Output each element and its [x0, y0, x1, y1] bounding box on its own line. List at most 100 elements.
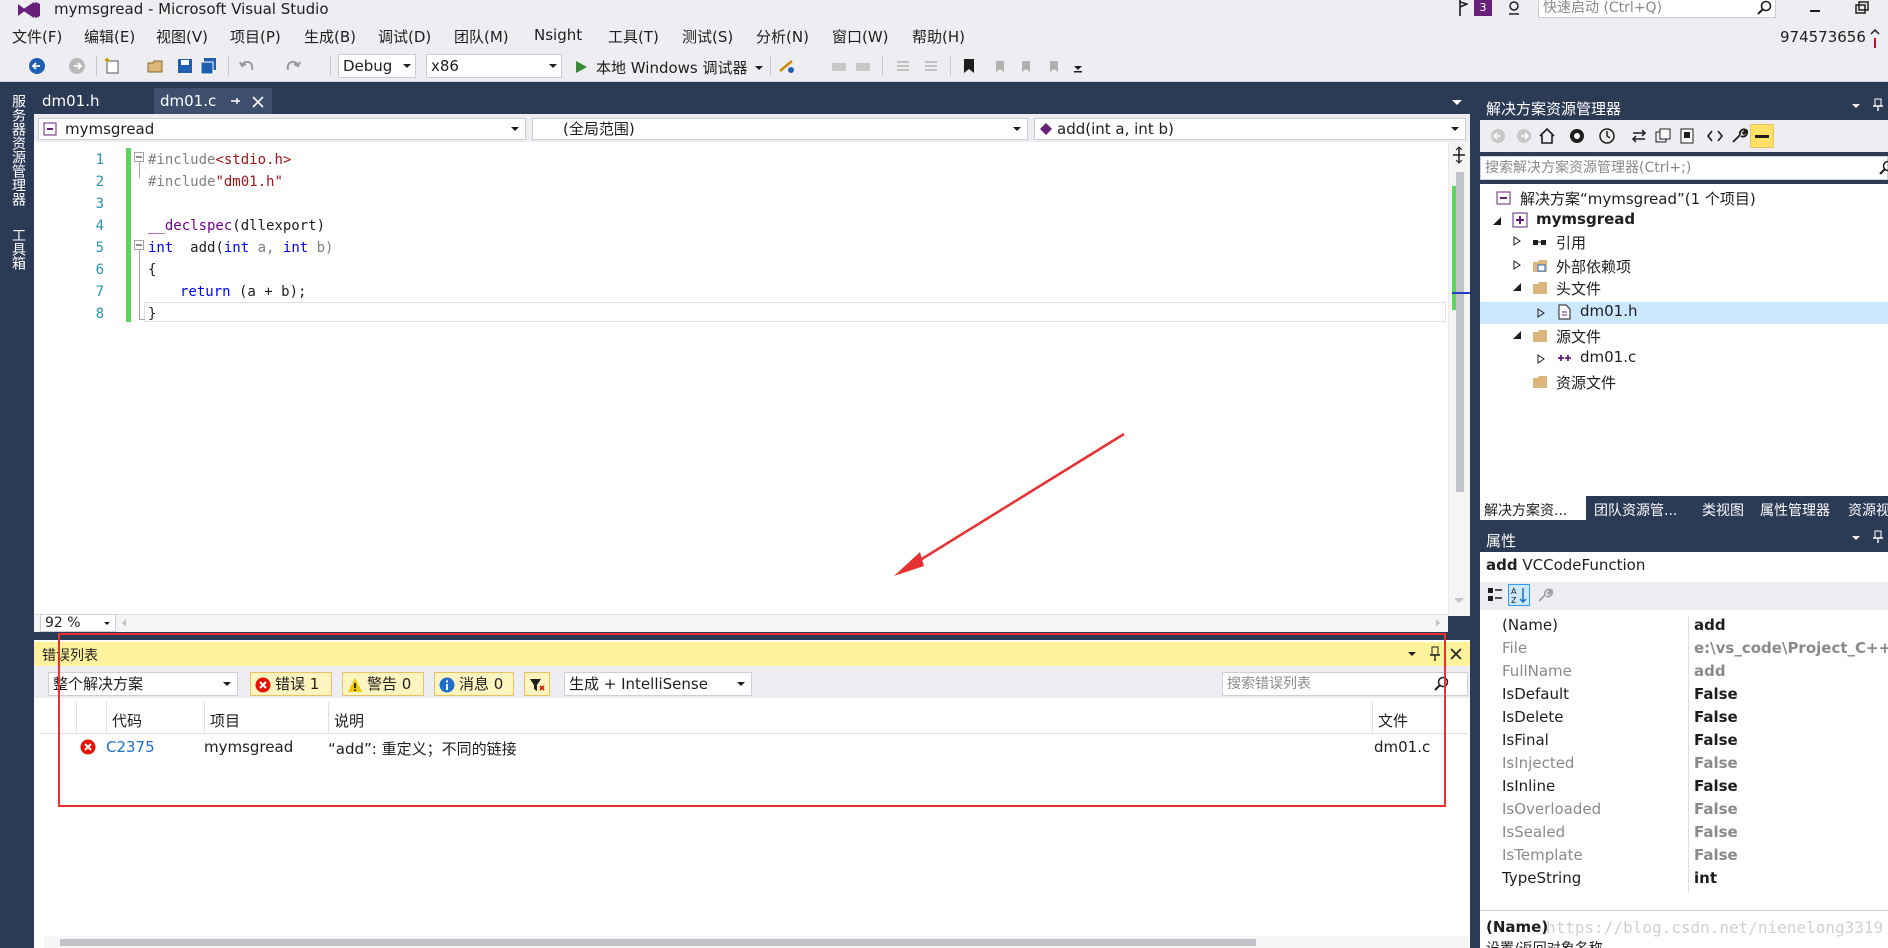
property-name[interactable]: IsDefault — [1502, 685, 1569, 703]
forward-icon[interactable] — [1516, 128, 1532, 144]
toolbar-options-icon[interactable] — [1070, 57, 1088, 75]
menu-test[interactable]: 测试(S) — [682, 26, 733, 47]
tab-solution-explorer[interactable]: 解决方案资... — [1484, 500, 1567, 520]
property-value[interactable]: False — [1694, 754, 1738, 772]
property-name[interactable]: IsSealed — [1502, 823, 1565, 841]
step-over-icon[interactable] — [854, 57, 872, 75]
member-select[interactable]: add(int a, int b) — [1034, 118, 1466, 140]
chevron-down-icon[interactable] — [1852, 536, 1860, 540]
collapsed-arrow-icon[interactable] — [1536, 308, 1546, 318]
new-project-icon[interactable] — [104, 57, 122, 75]
property-name[interactable]: (Name) — [1502, 616, 1558, 634]
property-pages-icon[interactable] — [1536, 586, 1554, 604]
solution-explorer-search-input[interactable]: 搜索解决方案资源管理器(Ctrl+;) — [1480, 156, 1888, 180]
menu-help[interactable]: 帮助(H) — [912, 26, 965, 47]
home-icon[interactable] — [1538, 127, 1556, 145]
bookmark-icon[interactable] — [960, 57, 978, 75]
user-account[interactable]: 974573656 — [1780, 28, 1866, 46]
menu-build[interactable]: 生成(B) — [304, 26, 356, 47]
tree-item-dm01-h[interactable]: dm01.h — [1580, 302, 1638, 320]
navigate-forward-icon[interactable] — [68, 57, 86, 75]
scroll-right-icon[interactable] — [1436, 619, 1440, 627]
comment-lines-icon[interactable] — [894, 57, 912, 75]
menu-nsight[interactable]: Nsight — [534, 26, 582, 44]
tab-dm01-h[interactable]: dm01.h — [42, 92, 100, 110]
collapsed-arrow-icon[interactable] — [1536, 354, 1546, 364]
collapse-icon[interactable] — [134, 240, 144, 250]
step-into-icon[interactable] — [830, 57, 848, 75]
browser-link-icon[interactable] — [778, 57, 796, 75]
menu-analyze[interactable]: 分析(N) — [756, 26, 809, 47]
search-icon[interactable] — [1756, 0, 1774, 16]
properties-object-selector[interactable]: add VCCodeFunction — [1486, 556, 1645, 574]
property-value[interactable]: False — [1694, 777, 1738, 795]
expanded-arrow-icon[interactable] — [1512, 282, 1522, 292]
property-name[interactable]: IsDelete — [1502, 708, 1564, 726]
collapsed-arrow-icon[interactable] — [1512, 260, 1522, 270]
tab-resource-view[interactable]: 资源视 — [1848, 500, 1888, 520]
pin-icon[interactable] — [230, 96, 240, 106]
toolbox-tab[interactable]: 工具箱 — [8, 228, 28, 270]
server-explorer-tab[interactable]: 服务器资源管理器 — [8, 94, 28, 206]
start-debugging-button[interactable]: 本地 Windows 调试器 — [596, 57, 748, 78]
expanded-arrow-icon[interactable] — [1492, 216, 1502, 226]
tab-property-manager[interactable]: 属性管理器 — [1760, 500, 1830, 520]
notification-flag-icon[interactable] — [1458, 0, 1468, 16]
tree-item-source-files[interactable]: 源文件 — [1556, 326, 1601, 347]
pin-icon[interactable] — [1872, 98, 1884, 112]
previous-bookmark-icon[interactable] — [990, 57, 1008, 75]
pin-icon[interactable] — [1872, 530, 1884, 544]
scroll-thumb[interactable] — [60, 939, 1256, 946]
project-select[interactable]: mymsgread — [38, 118, 526, 140]
solution-configuration-select[interactable]: Debug — [338, 54, 416, 78]
property-value[interactable]: False — [1694, 823, 1738, 841]
property-value[interactable]: False — [1694, 800, 1738, 818]
search-icon[interactable] — [1878, 160, 1888, 176]
tree-item-dm01-c[interactable]: dm01.c — [1580, 348, 1636, 366]
quick-launch-input[interactable]: 快速启动 (Ctrl+Q) — [1538, 0, 1776, 18]
clear-bookmarks-icon[interactable] — [1044, 57, 1062, 75]
tree-item-header-files[interactable]: 头文件 — [1556, 278, 1601, 299]
undo-icon[interactable] — [238, 57, 256, 75]
property-value[interactable]: e:\vs_code\Project_C++\m — [1694, 639, 1888, 657]
menu-team[interactable]: 团队(M) — [454, 26, 509, 47]
scroll-left-icon[interactable] — [122, 619, 126, 627]
property-name[interactable]: FullName — [1502, 662, 1572, 680]
categorized-icon[interactable] — [1486, 586, 1504, 604]
view-code-icon[interactable] — [1706, 127, 1724, 145]
menu-file[interactable]: 文件(F) — [12, 26, 62, 47]
menu-view[interactable]: 视图(V) — [156, 26, 208, 47]
tree-item-solution[interactable]: 解决方案“mymsgread”(1 个项目) — [1520, 188, 1756, 209]
tree-item-references[interactable]: 引用 — [1556, 232, 1586, 253]
switch-views-icon[interactable] — [1568, 127, 1586, 145]
property-name[interactable]: IsTemplate — [1502, 846, 1583, 864]
property-value[interactable]: add — [1694, 662, 1726, 680]
tree-item-project[interactable]: mymsgread — [1536, 210, 1635, 228]
chevron-down-icon[interactable] — [755, 66, 763, 70]
chevron-down-icon[interactable] — [1852, 104, 1860, 108]
menu-debug[interactable]: 调试(D) — [378, 26, 431, 47]
property-name[interactable]: TypeString — [1502, 869, 1581, 887]
play-icon[interactable] — [574, 60, 588, 74]
code-editor[interactable] — [34, 142, 1470, 616]
feedback-icon[interactable] — [1506, 0, 1526, 16]
property-value[interactable]: False — [1694, 708, 1738, 726]
tab-list-dropdown[interactable] — [1452, 100, 1462, 105]
preview-selected-items-toggle[interactable] — [1750, 124, 1774, 148]
split-window-icon[interactable] — [1450, 146, 1468, 164]
property-value[interactable]: False — [1694, 731, 1738, 749]
solution-platform-select[interactable]: x86 — [426, 54, 562, 78]
expanded-arrow-icon[interactable] — [1512, 330, 1522, 340]
menu-tools[interactable]: 工具(T) — [608, 26, 659, 47]
scroll-down-icon[interactable] — [1454, 598, 1464, 603]
property-name[interactable]: File — [1502, 639, 1527, 657]
collapsed-arrow-icon[interactable] — [1512, 236, 1522, 246]
property-value[interactable]: False — [1694, 685, 1738, 703]
collapse-icon[interactable] — [134, 152, 144, 162]
tab-class-view[interactable]: 类视图 — [1702, 500, 1744, 520]
chevron-down-icon[interactable] — [104, 622, 110, 625]
menu-edit[interactable]: 编辑(E) — [84, 26, 135, 47]
property-value[interactable]: add — [1694, 616, 1726, 634]
property-name[interactable]: IsInline — [1502, 777, 1555, 795]
property-name[interactable]: IsOverloaded — [1502, 800, 1601, 818]
